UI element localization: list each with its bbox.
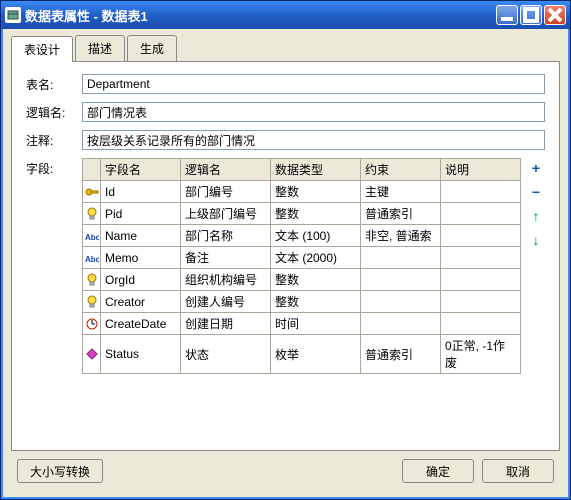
table-row[interactable]: AbcMemo备注文本 (2000): [83, 247, 521, 269]
cell-constraint[interactable]: 主键: [361, 181, 441, 203]
cell-desc[interactable]: [441, 225, 521, 247]
col-dtype[interactable]: 数据类型: [271, 159, 361, 181]
table-row[interactable]: Id部门编号整数主键: [83, 181, 521, 203]
case-toggle-button[interactable]: 大小写转换: [17, 459, 103, 483]
cell-name[interactable]: Name: [101, 225, 181, 247]
cell-dtype[interactable]: 文本 (2000): [271, 247, 361, 269]
cell-logic[interactable]: 创建人编号: [181, 291, 271, 313]
ok-button[interactable]: 确定: [402, 459, 474, 483]
side-buttons: + − ↑ ↓: [527, 158, 545, 248]
table-row[interactable]: Pid上级部门编号整数普通索引: [83, 203, 521, 225]
label-tablename: 表名:: [26, 76, 82, 93]
cell-name[interactable]: CreateDate: [101, 313, 181, 335]
table-row[interactable]: AbcName部门名称文本 (100)非空, 普通索: [83, 225, 521, 247]
tab-pane: 表名: 逻辑名: 注释: 字段:: [11, 61, 560, 451]
cell-constraint[interactable]: 普通索引: [361, 203, 441, 225]
tab-design[interactable]: 表设计: [11, 36, 73, 62]
cell-constraint[interactable]: 普通索引: [361, 335, 441, 374]
cell-logic[interactable]: 备注: [181, 247, 271, 269]
cell-logic[interactable]: 状态: [181, 335, 271, 374]
cell-constraint[interactable]: [361, 313, 441, 335]
col-desc[interactable]: 说明: [441, 159, 521, 181]
cell-name[interactable]: OrgId: [101, 269, 181, 291]
cell-constraint[interactable]: [361, 247, 441, 269]
remove-row-button[interactable]: −: [532, 184, 540, 200]
abc-icon: Abc: [83, 225, 101, 247]
titlebar[interactable]: 数据表属性 - 数据表1: [1, 1, 570, 29]
cell-constraint[interactable]: 非空, 普通索: [361, 225, 441, 247]
cell-logic[interactable]: 上级部门编号: [181, 203, 271, 225]
col-constraint[interactable]: 约束: [361, 159, 441, 181]
abc-icon: Abc: [83, 247, 101, 269]
tab-description[interactable]: 描述: [75, 35, 125, 61]
fields-table: 字段名 逻辑名 数据类型 约束 说明 Id部门编号整数主键Pid上级部门编号整数…: [82, 158, 521, 374]
content-area: 表设计 描述 生成 表名: 逻辑名: 注释: 字段:: [1, 29, 570, 499]
footer: 大小写转换 确定 取消: [11, 451, 560, 491]
cell-dtype[interactable]: 文本 (100): [271, 225, 361, 247]
table-row[interactable]: CreateDate创建日期时间: [83, 313, 521, 335]
cell-desc[interactable]: [441, 181, 521, 203]
cell-desc[interactable]: [441, 203, 521, 225]
cell-logic[interactable]: 组织机构编号: [181, 269, 271, 291]
window-title: 数据表属性 - 数据表1: [25, 6, 496, 25]
table-row[interactable]: Status状态枚举普通索引0正常, -1作废: [83, 335, 521, 374]
diamond-icon: [83, 335, 101, 374]
dialog-window: 数据表属性 - 数据表1 表设计 描述 生成 表名: 逻辑名: 注释:: [0, 0, 571, 500]
input-logicname[interactable]: [82, 102, 545, 122]
cell-logic[interactable]: 部门名称: [181, 225, 271, 247]
svg-text:Abc: Abc: [85, 255, 99, 264]
app-icon: [5, 7, 21, 23]
cell-desc[interactable]: 0正常, -1作废: [441, 335, 521, 374]
bulb-icon: [83, 269, 101, 291]
fields-table-wrap: 字段名 逻辑名 数据类型 约束 说明 Id部门编号整数主键Pid上级部门编号整数…: [82, 158, 521, 374]
cell-dtype[interactable]: 枚举: [271, 335, 361, 374]
label-logicname: 逻辑名:: [26, 104, 82, 121]
maximize-button[interactable]: [520, 5, 542, 25]
cell-name[interactable]: Pid: [101, 203, 181, 225]
bulb-icon: [83, 291, 101, 313]
cell-logic[interactable]: 部门编号: [181, 181, 271, 203]
table-row[interactable]: OrgId组织机构编号整数: [83, 269, 521, 291]
cell-desc[interactable]: [441, 291, 521, 313]
input-comment[interactable]: [82, 130, 545, 150]
tabstrip: 表设计 描述 生成: [11, 35, 560, 61]
cell-constraint[interactable]: [361, 269, 441, 291]
cancel-button[interactable]: 取消: [482, 459, 554, 483]
cell-name[interactable]: Creator: [101, 291, 181, 313]
minimize-button[interactable]: [496, 5, 518, 25]
cell-dtype[interactable]: 时间: [271, 313, 361, 335]
bulb-icon: [83, 203, 101, 225]
tab-generate[interactable]: 生成: [127, 35, 177, 61]
table-row[interactable]: Creator创建人编号整数: [83, 291, 521, 313]
col-name[interactable]: 字段名: [101, 159, 181, 181]
label-fields: 字段:: [26, 158, 82, 177]
cell-dtype[interactable]: 整数: [271, 291, 361, 313]
svg-text:Abc: Abc: [85, 233, 99, 242]
cell-desc[interactable]: [441, 269, 521, 291]
cell-name[interactable]: Status: [101, 335, 181, 374]
add-row-button[interactable]: +: [532, 160, 540, 176]
cell-dtype[interactable]: 整数: [271, 203, 361, 225]
cell-name[interactable]: Memo: [101, 247, 181, 269]
col-logic[interactable]: 逻辑名: [181, 159, 271, 181]
clock-icon: [83, 313, 101, 335]
input-tablename[interactable]: [82, 74, 545, 94]
cell-desc[interactable]: [441, 313, 521, 335]
cell-dtype[interactable]: 整数: [271, 181, 361, 203]
cell-name[interactable]: Id: [101, 181, 181, 203]
label-comment: 注释:: [26, 132, 82, 149]
close-button[interactable]: [544, 5, 566, 25]
cell-constraint[interactable]: [361, 291, 441, 313]
cell-logic[interactable]: 创建日期: [181, 313, 271, 335]
window-buttons: [496, 5, 566, 25]
cell-dtype[interactable]: 整数: [271, 269, 361, 291]
cell-desc[interactable]: [441, 247, 521, 269]
move-up-button[interactable]: ↑: [533, 208, 540, 224]
move-down-button[interactable]: ↓: [533, 232, 540, 248]
key-icon: [83, 181, 101, 203]
